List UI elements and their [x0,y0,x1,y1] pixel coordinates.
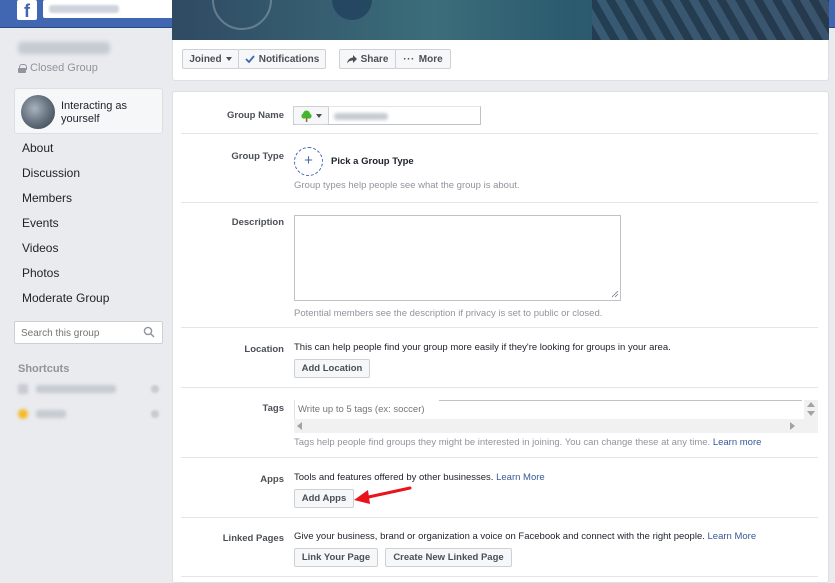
scroll-right-icon[interactable] [790,422,795,430]
nav-item-about[interactable]: About [14,140,164,165]
linked-pages-text: Give your business, brand or organizatio… [294,531,705,542]
shortcut-count [151,385,159,393]
share-icon [346,54,357,63]
description-textarea[interactable] [294,215,621,301]
ellipsis-icon: ··· [403,53,415,65]
add-location-button[interactable]: Add Location [294,359,370,378]
tags-input[interactable] [294,400,804,419]
location-label: Location [244,344,284,355]
shortcut-count [151,410,159,418]
share-label: Share [360,53,389,65]
group-privacy-label: Closed Group [30,62,98,74]
divider [181,327,818,328]
tags-help: Tags help people find groups they might … [294,437,761,448]
apps-label: Apps [260,474,284,485]
divider [181,517,818,518]
cover-decoration [332,0,372,20]
shortcut-item[interactable] [18,382,163,396]
description-label: Description [231,217,284,228]
divider [181,457,818,458]
shortcut-icon [18,384,28,394]
search-icon[interactable] [143,326,155,338]
identity-switcher[interactable]: Interacting as yourself [14,88,163,134]
divider [181,576,818,577]
shortcut-icon [18,409,28,419]
shortcut-item[interactable] [18,407,163,421]
linked-pages-text-line: Give your business, brand or organizatio… [294,531,756,542]
share-button[interactable]: Share [339,49,396,69]
annotation-arrow-icon [354,486,412,504]
create-linked-page-button[interactable]: Create New Linked Page [385,548,512,567]
location-text: This can help people find your group mor… [294,342,671,353]
add-icon[interactable]: + [294,147,323,176]
vertical-scrollbar[interactable] [804,400,818,419]
more-label: More [418,53,443,65]
lock-icon [18,63,27,73]
tags-help-text: Tags help people find groups they might … [294,437,711,448]
chevron-down-icon [315,113,322,118]
group-search [14,321,163,344]
tags-learn-more-link[interactable]: Learn more [713,437,762,448]
linked-pages-label: Linked Pages [222,533,284,544]
apps-text-line: Tools and features offered by other busi… [294,472,545,483]
joined-button[interactable]: Joined [182,49,239,69]
horizontal-scrollbar[interactable] [294,419,818,433]
blurred-group-name [334,113,388,120]
blurred-shortcut-name [36,385,116,393]
link-your-page-button[interactable]: Link Your Page [294,548,378,567]
group-search-input[interactable] [21,326,136,340]
scroll-left-icon[interactable] [297,422,302,430]
group-nav: About Discussion Members Events Videos P… [14,140,164,315]
notifications-label: Notifications [258,53,320,65]
nav-item-videos[interactable]: Videos [14,240,164,265]
pick-group-type-link[interactable]: Pick a Group Type [331,156,414,167]
linked-pages-learn-more-link[interactable]: Learn More [708,531,757,542]
group-privacy: Closed Group [18,62,98,74]
nav-item-photos[interactable]: Photos [14,265,164,290]
tags-field [294,400,818,433]
add-apps-button[interactable]: Add Apps [294,489,354,508]
group-name-label: Group Name [226,110,284,121]
nav-item-members[interactable]: Members [14,190,164,215]
apps-learn-more-link[interactable]: Learn More [496,472,545,483]
tags-border [439,400,802,401]
apps-text: Tools and features offered by other busi… [294,472,494,483]
joined-label: Joined [189,53,222,65]
shortcuts-heading: Shortcuts [18,363,70,375]
scroll-up-icon[interactable] [807,402,815,407]
description-help: Potential members see the description if… [294,308,603,319]
cover-decoration [592,0,829,40]
avatar [21,95,55,129]
facebook-logo-icon[interactable]: f [17,0,37,20]
notifications-button[interactable]: Notifications [238,49,326,69]
group-settings-card: Group Name Group Type + Pick a Group Typ… [172,91,829,583]
nav-item-moderate-group[interactable]: Moderate Group [14,290,164,315]
tree-icon [300,110,312,122]
cover-photo [172,0,829,40]
checkmark-icon [245,55,255,63]
blurred-shortcut-name [36,410,66,418]
divider [181,387,818,388]
identity-text: Interacting as yourself [61,100,128,125]
tags-label: Tags [262,403,284,414]
more-button[interactable]: ··· More [395,49,451,69]
group-icon-picker[interactable] [293,106,329,125]
scroll-down-icon[interactable] [807,411,815,416]
blurred-search-text [49,5,119,13]
divider [181,202,818,203]
nav-item-discussion[interactable]: Discussion [14,165,164,190]
chevron-down-icon [225,57,232,61]
group-type-label: Group Type [231,151,284,162]
group-action-bar: Joined Notifications Share ··· More [172,40,829,81]
resize-handle-icon[interactable] [611,290,619,298]
group-type-help: Group types help people see what the gro… [294,180,520,191]
divider [181,133,818,134]
nav-item-events[interactable]: Events [14,215,164,240]
group-title-blurred[interactable] [18,42,110,54]
cover-decoration [212,0,272,30]
